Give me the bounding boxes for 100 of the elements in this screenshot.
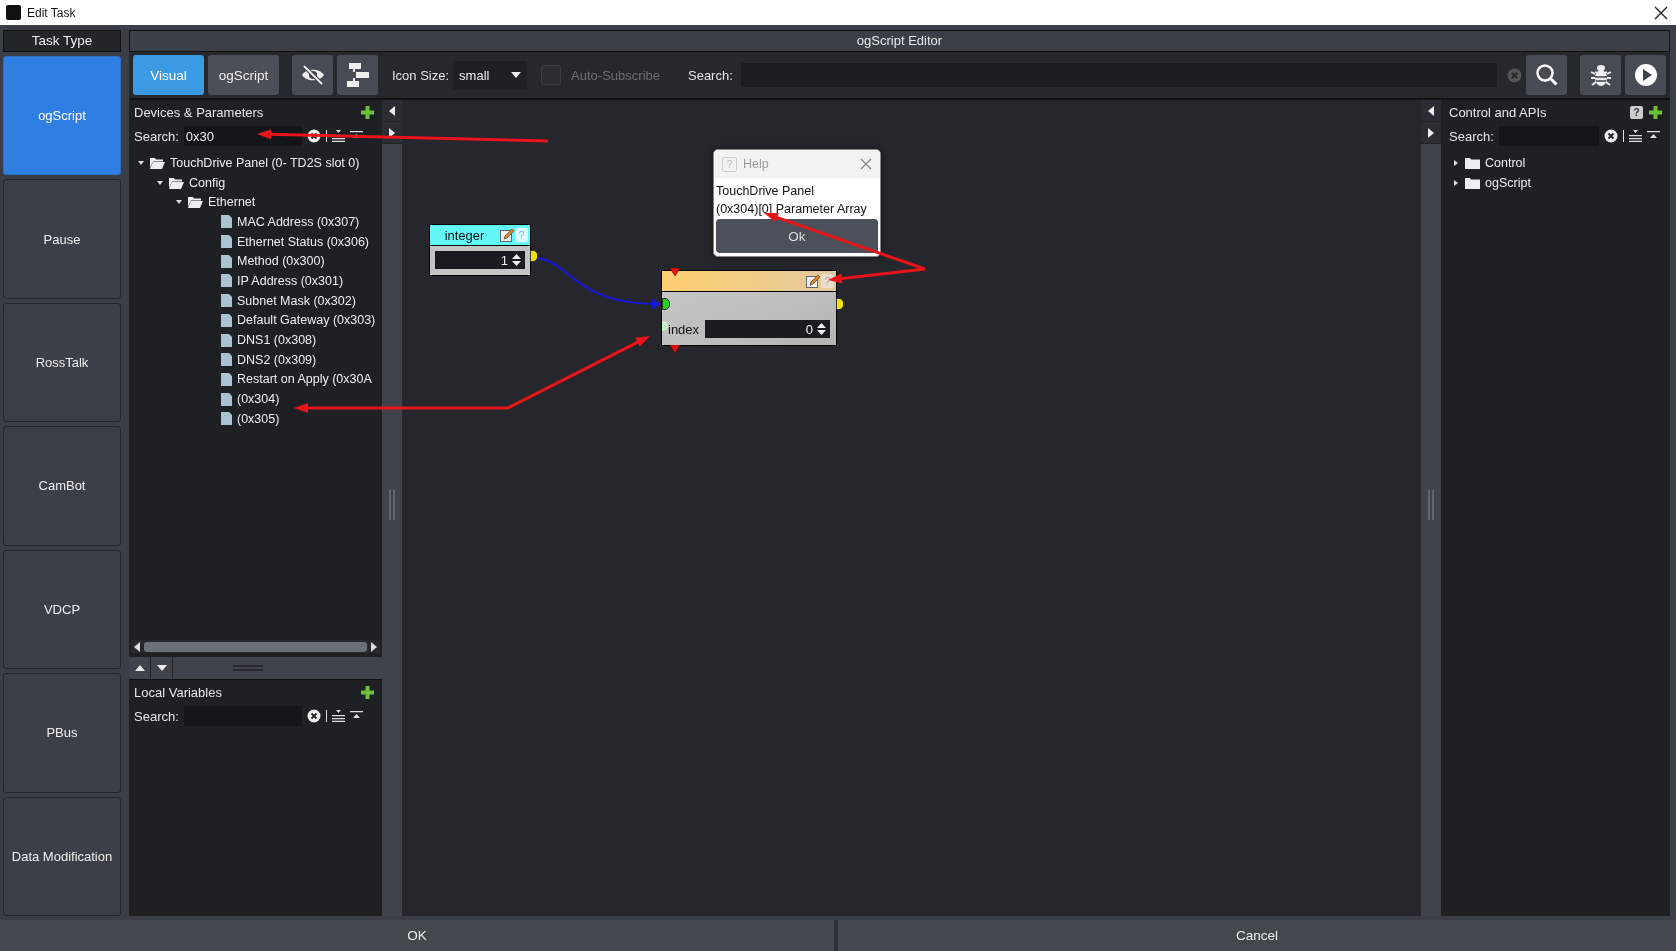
horizontal-scrollbar[interactable] <box>131 640 380 653</box>
hide-button[interactable] <box>292 55 333 95</box>
expanded-triangle-icon[interactable] <box>137 158 145 167</box>
folder-icon <box>188 196 203 209</box>
task-type-button[interactable]: ogScript <box>3 56 121 176</box>
tree-item[interactable]: Subnet Mask (0x302) <box>237 293 356 308</box>
splitter-grip-icon[interactable] <box>233 665 263 671</box>
document-icon <box>221 392 232 406</box>
edit-icon[interactable] <box>500 228 514 242</box>
panel-header: Task Type <box>3 30 121 52</box>
splitter-grip-icon[interactable] <box>389 490 395 520</box>
run-button[interactable] <box>1625 55 1666 95</box>
help-icon: ? <box>722 156 737 172</box>
script-canvas[interactable]: integer ? 1 ? index 0 ? Help TouchDrive Panel (0x304)[0] Parameter Array Ok <box>402 100 1421 916</box>
collapse-all-icon[interactable] <box>1646 131 1660 141</box>
tree-item[interactable]: (0x304) <box>237 392 280 407</box>
tree-item[interactable]: DNS2 (0x309) <box>237 352 317 367</box>
expand-all-icon[interactable] <box>331 710 345 722</box>
window-title: Edit Task <box>27 5 77 20</box>
number-spinner[interactable]: 1 <box>435 251 525 269</box>
expanded-triangle-icon[interactable] <box>156 178 164 187</box>
tree-item[interactable]: MAC Address (0x307) <box>237 214 360 229</box>
folder-icon <box>169 176 184 189</box>
help-icon[interactable]: ? <box>1630 105 1643 119</box>
task-type-button[interactable]: VDCP <box>3 549 121 670</box>
plus-icon[interactable] <box>361 105 374 119</box>
icon-size-dropdown[interactable]: small <box>453 60 528 90</box>
document-icon <box>221 235 232 249</box>
expand-all-icon[interactable] <box>1628 130 1642 142</box>
folder-icon <box>1465 176 1480 189</box>
plus-icon[interactable] <box>361 685 374 699</box>
clear-icon[interactable] <box>306 129 321 143</box>
number-spinner[interactable]: 0 <box>705 320 830 338</box>
scrollbar-thumb[interactable] <box>144 641 367 652</box>
plus-icon[interactable] <box>1649 105 1662 119</box>
splitter-grip-icon[interactable] <box>1428 490 1434 520</box>
trigger-marker-icon[interactable] <box>670 268 680 276</box>
integer-node[interactable]: integer ? 1 <box>429 224 531 276</box>
tree-item[interactable]: Method (0x300) <box>237 254 325 269</box>
mode-tab[interactable]: ogScript <box>208 55 279 95</box>
right-triangle-icon <box>1428 127 1434 138</box>
search-button[interactable] <box>1526 55 1567 95</box>
spinner-arrows-icon[interactable] <box>512 253 521 267</box>
tree-item[interactable]: DNS1 (0x308) <box>237 333 317 348</box>
task-type-button[interactable]: CamBot <box>3 426 121 546</box>
up-triangle-icon <box>134 665 145 671</box>
tree-item[interactable]: ogScript <box>1485 175 1531 190</box>
clear-icon[interactable] <box>1603 129 1618 143</box>
right-arrow-icon[interactable] <box>371 641 377 652</box>
help-text: TouchDrive Panel (0x304)[0] Parameter Array <box>715 183 868 218</box>
close-icon[interactable] <box>1654 5 1668 20</box>
task-type-button[interactable]: PBus <box>3 673 121 793</box>
task-type-button[interactable]: Pause <box>3 179 121 299</box>
ok-button[interactable]: Ok <box>716 219 878 253</box>
tree-item[interactable]: Restart on Apply (0x30A <box>237 372 372 387</box>
document-icon <box>221 353 232 367</box>
parameter-node[interactable]: ? index 0 <box>661 270 837 346</box>
output-port-icon[interactable] <box>836 298 844 310</box>
document-icon <box>221 294 232 308</box>
search-label: Search: <box>134 128 179 144</box>
dialog-button[interactable]: Cancel <box>838 920 1676 951</box>
field-label: index <box>668 321 700 337</box>
left-arrow-icon[interactable] <box>134 641 140 652</box>
collapsed-triangle-icon[interactable] <box>1452 158 1460 167</box>
collapsed-triangle-icon[interactable] <box>1452 178 1460 187</box>
tree-item[interactable]: IP Address (0x301) <box>237 273 344 288</box>
collapse-left-button[interactable] <box>382 100 402 122</box>
eye-slash-icon <box>300 65 325 85</box>
left-triangle-icon <box>1428 105 1434 116</box>
panel-title: Control and APIs <box>1449 104 1548 120</box>
layout-button[interactable] <box>337 55 378 95</box>
collapse-right-button[interactable] <box>1421 122 1441 144</box>
input-port-icon[interactable] <box>662 321 668 331</box>
tree-item[interactable]: (0x305) <box>237 411 280 426</box>
document-icon <box>221 412 232 426</box>
editor-title: ogScript Editor <box>129 30 1670 52</box>
play-icon <box>1633 63 1658 87</box>
expand-all-icon[interactable] <box>331 130 345 142</box>
task-type-button[interactable]: Data Modification <box>3 796 121 916</box>
search-label: Search: <box>1449 128 1494 144</box>
input-port-icon[interactable] <box>662 298 670 310</box>
tree-item[interactable]: Ethernet <box>208 195 256 210</box>
tree-item[interactable]: Default Gateway (0x303) <box>237 313 376 328</box>
search-field[interactable]: 0x30 <box>183 126 302 146</box>
debug-button[interactable] <box>1580 55 1621 95</box>
edit-icon[interactable] <box>806 274 820 288</box>
tree-item[interactable]: Config <box>189 175 226 190</box>
spinner-arrows-icon[interactable] <box>817 322 826 336</box>
dialog-button[interactable]: OK <box>0 920 834 951</box>
collapse-all-icon[interactable] <box>349 711 363 721</box>
task-type-button[interactable]: RossTalk <box>3 302 121 423</box>
panel-title: Local Variables <box>134 684 223 700</box>
right-triangle-icon <box>389 127 395 138</box>
tree-item[interactable]: TouchDrive Panel (0- TD2S slot 0) <box>170 155 360 170</box>
clear-icon[interactable] <box>306 709 321 723</box>
output-port-icon[interactable] <box>530 250 538 262</box>
tree-item[interactable]: Ethernet Status (0x306) <box>237 234 370 249</box>
dialog-title: Help <box>743 157 770 171</box>
expand-left-button[interactable] <box>1421 100 1441 122</box>
tree-item[interactable]: Control <box>1485 155 1526 170</box>
